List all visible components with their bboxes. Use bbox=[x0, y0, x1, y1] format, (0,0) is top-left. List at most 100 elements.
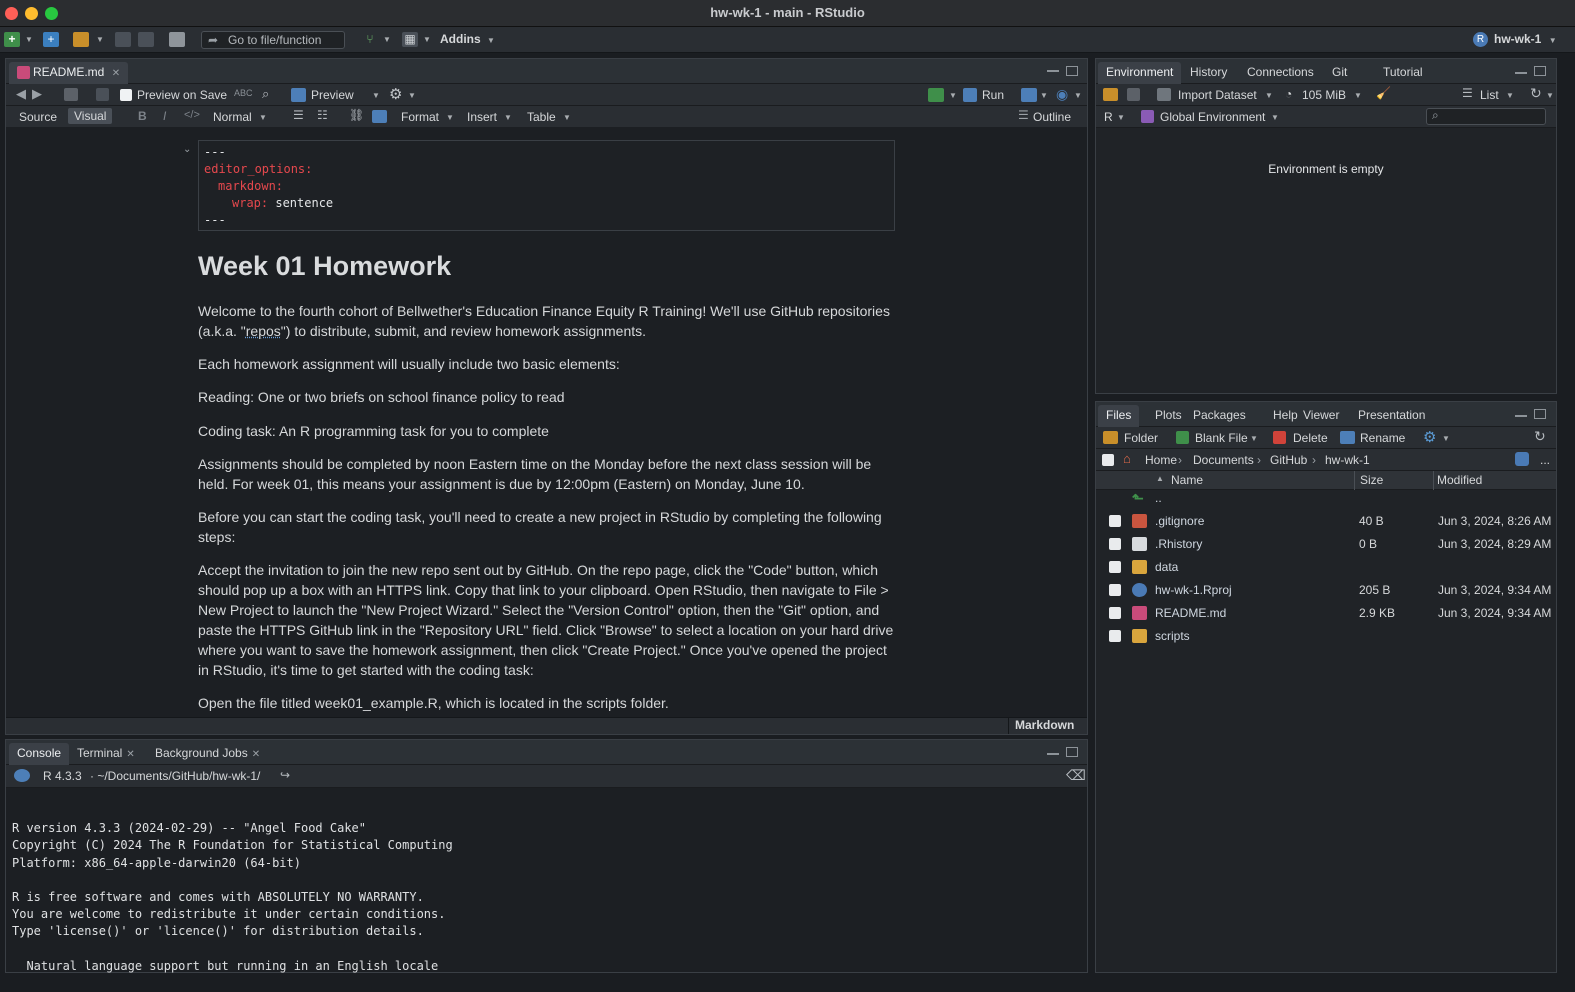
blank-file-caret-icon[interactable]: ▼ bbox=[1250, 434, 1258, 443]
working-directory-label[interactable]: · ~/Documents/GitHub/hw-wk-1/ bbox=[90, 768, 260, 784]
italic-icon[interactable]: I bbox=[163, 109, 166, 123]
memory-usage-label[interactable]: 105 MiB bbox=[1302, 87, 1346, 103]
load-workspace-icon[interactable] bbox=[1103, 88, 1118, 101]
gear-caret-icon[interactable]: ▼ bbox=[408, 91, 416, 100]
table-row[interactable]: hw-wk-1.Rproj 205 B Jun 3, 2024, 9:34 AM bbox=[1097, 580, 1556, 603]
insert-menu[interactable]: Insert bbox=[467, 109, 497, 125]
preview-caret-icon[interactable]: ▼ bbox=[372, 91, 380, 100]
editor-body[interactable]: ⌄ --- editor_options: markdown: wrap: se… bbox=[6, 127, 1087, 717]
table-row[interactable]: data bbox=[1097, 557, 1556, 580]
minimize-pane-icon[interactable] bbox=[1047, 70, 1059, 74]
more-options-button[interactable]: ... bbox=[1540, 452, 1550, 468]
breadcrumb-hw-wk-1[interactable]: hw-wk-1 bbox=[1325, 452, 1370, 468]
import-dataset-icon[interactable] bbox=[1157, 88, 1171, 101]
scope-caret-icon[interactable]: ▼ bbox=[1271, 113, 1279, 122]
show-in-window-icon[interactable] bbox=[64, 88, 78, 101]
file-name[interactable]: data bbox=[1155, 557, 1178, 577]
table-row[interactable]: scripts bbox=[1097, 626, 1556, 649]
tab-console[interactable]: Console bbox=[9, 743, 70, 765]
row-checkbox[interactable] bbox=[1109, 538, 1121, 550]
select-all-checkbox[interactable] bbox=[1102, 454, 1114, 466]
visual-mode-button[interactable]: Visual bbox=[68, 108, 113, 124]
tab-tutorial[interactable]: Tutorial bbox=[1375, 62, 1431, 84]
find-replace-icon[interactable]: ⌕ bbox=[262, 86, 269, 102]
yaml-header[interactable]: --- editor_options: markdown: wrap: sent… bbox=[198, 140, 895, 231]
run-caret-icon[interactable]: ▼ bbox=[1040, 91, 1048, 100]
table-row[interactable]: README.md 2.9 KB Jun 3, 2024, 9:34 AM bbox=[1097, 603, 1556, 626]
language-caret-icon[interactable]: ▼ bbox=[1117, 113, 1125, 122]
insert-chunk-icon[interactable] bbox=[928, 88, 944, 102]
import-dataset-caret-icon[interactable]: ▼ bbox=[1265, 91, 1273, 100]
save-all-icon[interactable] bbox=[138, 32, 154, 47]
file-name[interactable]: scripts bbox=[1155, 626, 1190, 646]
new-file-icon[interactable]: + bbox=[4, 32, 20, 47]
row-checkbox[interactable] bbox=[1109, 607, 1121, 619]
image-icon[interactable] bbox=[372, 110, 387, 123]
format-menu[interactable]: Format bbox=[401, 109, 439, 125]
language-select[interactable]: R bbox=[1104, 109, 1113, 125]
source-mode-button[interactable]: Source bbox=[19, 109, 57, 125]
new-folder-button[interactable]: Folder bbox=[1124, 430, 1158, 446]
breadcrumb-github[interactable]: GitHub bbox=[1270, 452, 1307, 468]
go-to-project-dir-icon[interactable] bbox=[1515, 452, 1529, 466]
file-name[interactable]: hw-wk-1.Rproj bbox=[1155, 580, 1232, 600]
table-menu[interactable]: Table bbox=[527, 109, 556, 125]
refresh-files-icon[interactable]: ↻ bbox=[1534, 428, 1546, 445]
paragraph-style-caret-icon[interactable]: ▼ bbox=[259, 113, 267, 122]
new-file-caret-icon[interactable]: ▼ bbox=[25, 35, 33, 44]
row-checkbox[interactable] bbox=[1109, 584, 1121, 596]
paragraph-style-select[interactable]: Normal bbox=[213, 109, 252, 125]
tab-background-jobs[interactable]: Background Jobs ✕ bbox=[147, 743, 268, 765]
files-maximize-icon[interactable] bbox=[1534, 409, 1546, 419]
open-file-caret-icon[interactable]: ▼ bbox=[96, 35, 104, 44]
import-dataset-button[interactable]: Import Dataset bbox=[1178, 87, 1257, 103]
outline-button[interactable]: Outline bbox=[1033, 109, 1071, 125]
view-mode-select[interactable]: List bbox=[1480, 87, 1499, 103]
table-caret-icon[interactable]: ▼ bbox=[563, 113, 571, 122]
document-type-menu[interactable]: Markdown ▼ bbox=[1008, 717, 1087, 748]
tab-presentation[interactable]: Presentation bbox=[1350, 405, 1433, 427]
column-header-name[interactable]: Name bbox=[1171, 473, 1203, 487]
tab-packages[interactable]: Packages bbox=[1185, 405, 1254, 427]
clear-workspace-broom-icon[interactable]: 🧹 bbox=[1376, 86, 1391, 100]
refresh-environment-icon[interactable]: ↻ bbox=[1530, 85, 1542, 102]
zoom-window-button[interactable] bbox=[45, 7, 58, 20]
column-header-modified[interactable]: Modified bbox=[1437, 473, 1482, 487]
pane-layout-caret-icon[interactable]: ▼ bbox=[423, 35, 431, 44]
refresh-caret-icon[interactable]: ▼ bbox=[1546, 91, 1554, 100]
breadcrumb-documents[interactable]: Documents bbox=[1193, 452, 1254, 468]
table-row[interactable]: .gitignore 40 B Jun 3, 2024, 8:26 AM bbox=[1097, 511, 1556, 534]
project-menu[interactable]: hw-wk-1 ▼ bbox=[1494, 32, 1557, 46]
publish-icon[interactable]: ◉ bbox=[1056, 86, 1068, 103]
collapse-yaml-icon[interactable]: ⌄ bbox=[183, 144, 191, 155]
vcs-icon[interactable]: ⑂ bbox=[362, 32, 378, 47]
preview-on-save-checkbox[interactable] bbox=[120, 89, 132, 101]
save-doc-icon[interactable] bbox=[96, 88, 109, 101]
close-window-button[interactable] bbox=[5, 7, 18, 20]
tab-environment[interactable]: Environment bbox=[1098, 62, 1182, 84]
tab-terminal[interactable]: Terminal ✕ bbox=[69, 743, 143, 765]
close-tab-icon[interactable]: ✕ bbox=[112, 68, 120, 79]
outline-icon[interactable]: ☰ bbox=[1018, 108, 1029, 122]
env-maximize-icon[interactable] bbox=[1534, 66, 1546, 76]
tab-viewer[interactable]: Viewer bbox=[1295, 405, 1347, 427]
env-minimize-icon[interactable] bbox=[1515, 72, 1527, 76]
file-name[interactable]: README.md bbox=[1155, 603, 1226, 623]
print-icon[interactable] bbox=[169, 32, 185, 47]
insert-chunk-caret-icon[interactable]: ▼ bbox=[949, 91, 957, 100]
minimize-window-button[interactable] bbox=[25, 7, 38, 20]
back-arrow-icon[interactable]: ◀ bbox=[16, 86, 26, 102]
code-icon[interactable]: </> bbox=[184, 109, 200, 121]
close-background-jobs-icon[interactable]: ✕ bbox=[252, 749, 260, 760]
files-minimize-icon[interactable] bbox=[1515, 415, 1527, 419]
column-header-size[interactable]: Size bbox=[1360, 473, 1383, 487]
link-icon[interactable]: ⛓ bbox=[349, 108, 364, 122]
console-output[interactable]: R version 4.3.3 (2024-02-29) -- "Angel F… bbox=[6, 788, 1087, 973]
parent-directory-link[interactable]: .. bbox=[1155, 488, 1162, 508]
clear-console-icon[interactable]: ⌫ bbox=[1066, 767, 1086, 784]
delete-button[interactable]: Delete bbox=[1293, 430, 1328, 446]
gear-icon[interactable]: ⚙ bbox=[389, 85, 402, 103]
format-caret-icon[interactable]: ▼ bbox=[446, 113, 454, 122]
environment-scope-select[interactable]: Global Environment bbox=[1160, 109, 1265, 125]
tab-connections[interactable]: Connections bbox=[1239, 62, 1322, 84]
